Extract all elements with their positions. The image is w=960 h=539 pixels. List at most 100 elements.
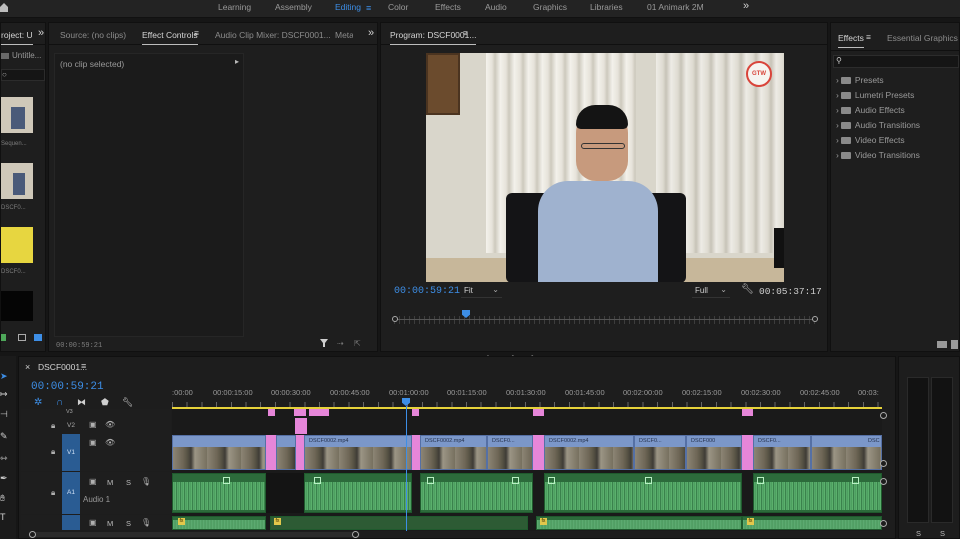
audio-clip-a2[interactable]	[536, 516, 742, 530]
workspace-animark[interactable]: 01 Animark 2M	[647, 2, 704, 12]
workspace-color[interactable]: Color	[388, 2, 408, 12]
lock-icon[interactable]: 🔒︎	[51, 488, 55, 498]
ripple-edit-tool-icon[interactable]: ⊣	[0, 409, 10, 419]
transition[interactable]	[533, 435, 544, 470]
track-target-v1[interactable]: V1	[62, 434, 80, 471]
lock-icon[interactable]: 🔒︎	[51, 447, 55, 457]
fit-dropdown[interactable]: Fit ⌄	[461, 285, 502, 298]
pen-tool-icon[interactable]: ✒	[0, 473, 10, 483]
microphone-icon[interactable]: 🎙︎	[141, 518, 151, 527]
list-view-icon[interactable]	[18, 334, 26, 341]
project-thumb-yellow[interactable]	[1, 227, 33, 263]
audio-clip[interactable]	[544, 473, 742, 513]
program-playhead[interactable]	[462, 310, 470, 318]
marker[interactable]	[533, 409, 544, 416]
tab-menu-icon[interactable]: ≡	[463, 28, 468, 38]
close-icon[interactable]: ×	[25, 362, 30, 372]
tab-effect-controls[interactable]: Effect Controls	[142, 30, 198, 45]
effects-folder-video-transitions[interactable]: › Video Transitions	[836, 150, 920, 162]
timeline-timecode[interactable]: 00:00:59:21	[31, 381, 104, 393]
fx-badge-icon[interactable]: fx	[540, 518, 547, 525]
video-clip[interactable]	[276, 435, 296, 470]
snap-icon[interactable]: ∩	[56, 397, 63, 408]
lock-icon[interactable]: 🔒︎	[51, 421, 55, 431]
slip-tool-icon[interactable]: ⇿	[0, 453, 10, 463]
menu-icon[interactable]: ≡	[366, 3, 371, 13]
scroll-handle[interactable]	[29, 531, 36, 538]
workspace-assembly[interactable]: Assembly	[275, 2, 312, 12]
hand-tool-icon[interactable]: ✋︎	[0, 493, 10, 503]
workspace-overflow-icon[interactable]: »	[743, 0, 749, 12]
tab-effects[interactable]: Effects	[838, 33, 864, 48]
microphone-icon[interactable]: 🎙︎	[141, 477, 151, 486]
scroll-handle[interactable]	[880, 520, 887, 527]
video-clip[interactable]: DSC	[811, 435, 882, 470]
eye-icon[interactable]: 👁︎	[105, 438, 115, 447]
effects-folder-audio-effects[interactable]: › Audio Effects	[836, 105, 905, 117]
fx-badge-icon[interactable]: fx	[178, 518, 185, 525]
wrench-icon[interactable]: 🔧︎	[741, 284, 754, 295]
track-target-v2[interactable]: V2	[62, 420, 80, 431]
fx-badge-icon[interactable]: fx	[274, 518, 281, 525]
filter-icon[interactable]	[320, 338, 328, 348]
clip-keyframe-icon[interactable]	[223, 477, 230, 484]
solo-button[interactable]: S	[126, 478, 131, 487]
track-target-a2[interactable]	[62, 515, 80, 530]
transition[interactable]	[742, 435, 753, 470]
clip-keyframe-icon[interactable]	[512, 477, 519, 484]
clip-keyframe-icon[interactable]	[645, 477, 652, 484]
nest-toggle-icon[interactable]: ✲	[34, 397, 42, 408]
icon-view-icon[interactable]	[34, 334, 42, 341]
project-thumb-sequence[interactable]	[1, 97, 33, 133]
workspace-audio[interactable]: Audio	[485, 2, 507, 12]
project-thumb-black[interactable]	[1, 291, 33, 321]
home-icon[interactable]	[0, 2, 8, 12]
effects-search-input[interactable]: ⚲	[833, 55, 959, 68]
transition[interactable]	[266, 435, 276, 470]
panel-overflow-icon[interactable]: »	[368, 27, 374, 39]
track-target-a1[interactable]: A1	[62, 472, 80, 514]
film-sync-icon[interactable]: ▣	[89, 477, 97, 486]
video-clip[interactable]: DSCF0002.mp4	[544, 435, 634, 470]
expand-arrow-icon[interactable]: ▸	[235, 57, 239, 66]
project-item-label[interactable]: Untitle...	[12, 51, 41, 60]
scroll-handle[interactable]	[880, 478, 887, 485]
effects-folder-presets[interactable]: › Presets	[836, 75, 884, 87]
program-scrub-end-handle[interactable]	[812, 316, 818, 322]
marker[interactable]	[309, 409, 329, 416]
video-clip[interactable]: DSCF0002.mp4	[304, 435, 412, 470]
scroll-handle[interactable]	[880, 412, 887, 419]
scroll-handle[interactable]	[352, 531, 359, 538]
video-clip[interactable]: DSCF0...	[753, 435, 811, 470]
video-clip[interactable]: DSCF0002.mp4	[420, 435, 487, 470]
effects-folder-audio-transitions[interactable]: › Audio Transitions	[836, 120, 920, 132]
marker[interactable]	[412, 409, 419, 416]
solo-left-button[interactable]: S	[916, 529, 921, 538]
panel-overflow-icon[interactable]: »	[38, 27, 44, 39]
marker[interactable]	[742, 409, 753, 416]
project-thumb-clip1[interactable]	[1, 163, 33, 199]
audio-clip[interactable]	[172, 473, 266, 513]
mute-button[interactable]: M	[107, 519, 113, 528]
video-clip[interactable]: DSCF0...	[634, 435, 686, 470]
marker[interactable]	[294, 409, 306, 416]
scroll-handle[interactable]	[880, 460, 887, 467]
razor-tool-icon[interactable]: ✎	[0, 431, 10, 441]
fx-badge-icon[interactable]: fx	[747, 518, 754, 525]
workspace-graphics[interactable]: Graphics	[533, 2, 567, 12]
program-scrubber[interactable]	[392, 310, 818, 324]
workspace-libraries[interactable]: Libraries	[590, 2, 623, 12]
solo-button[interactable]: S	[126, 519, 131, 528]
workspace-editing[interactable]: Editing	[335, 2, 361, 12]
transition[interactable]	[296, 435, 304, 470]
solo-right-button[interactable]: S	[940, 529, 945, 538]
play-audio-icon[interactable]: ⇢	[337, 339, 344, 348]
tab-source[interactable]: Source: (no clips)	[60, 30, 126, 40]
clip-keyframe-icon[interactable]	[427, 477, 434, 484]
project-search-input[interactable]: ○	[1, 69, 45, 81]
delete-icon[interactable]	[951, 340, 958, 349]
tab-metadata[interactable]: Metad	[335, 30, 353, 40]
type-tool-icon[interactable]: T	[0, 512, 10, 522]
wrench-icon[interactable]: 🔧︎	[122, 397, 133, 408]
video-clip[interactable]: DSCF0...	[487, 435, 533, 470]
